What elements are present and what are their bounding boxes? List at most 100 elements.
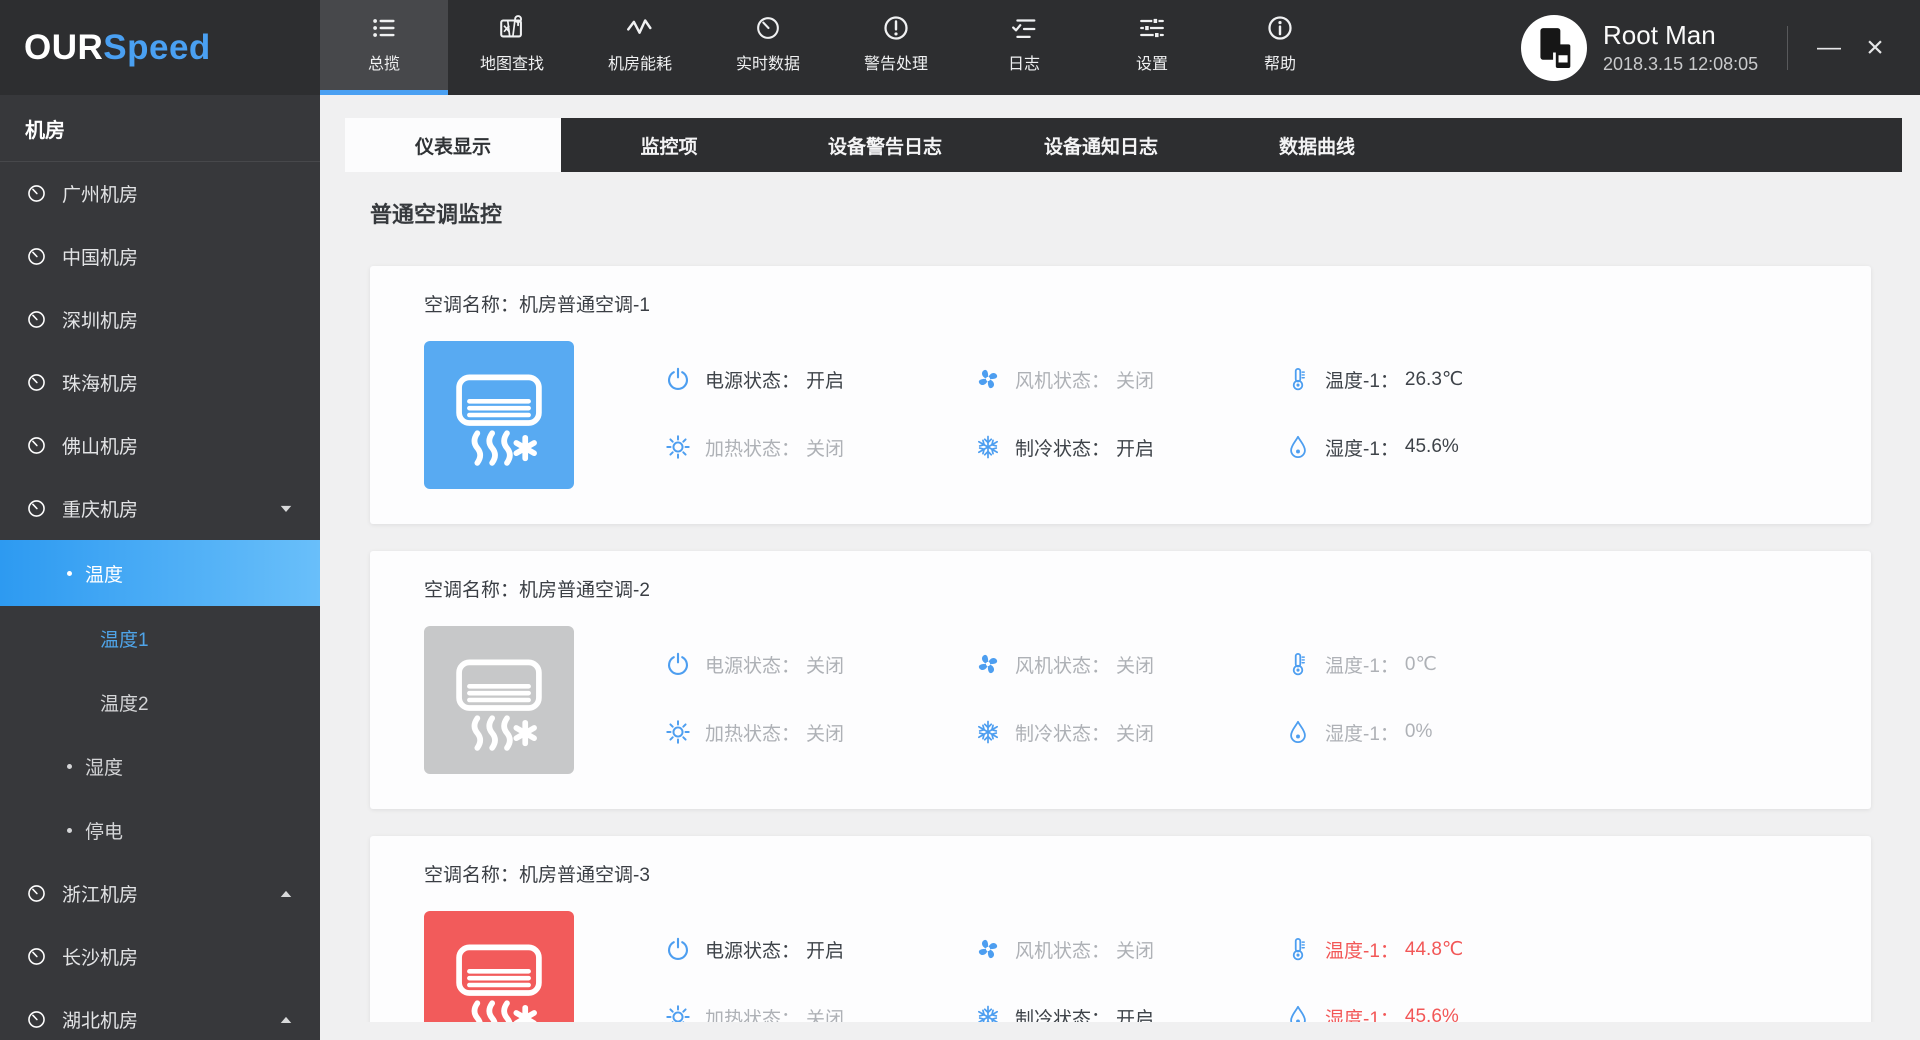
sidebar-item-label: 深圳机房 (62, 306, 138, 333)
sidebar-item-temperature1[interactable]: 温度1 (0, 606, 320, 670)
nav-label: 设置 (1136, 50, 1168, 74)
page-title: 普通空调监控 (370, 200, 1920, 230)
stat-value: 开启 (806, 936, 844, 963)
bullet-dot (67, 828, 72, 833)
power-icon (665, 366, 691, 392)
stat-fan: 风机状态： 关闭 (975, 630, 1285, 698)
bottom-edge (320, 1022, 1920, 1040)
tab-data-curve[interactable]: 数据曲线 (1209, 118, 1425, 172)
stat-value: 关闭 (1116, 719, 1154, 746)
stat-label: 加热状态： (705, 719, 800, 746)
chevron-up-icon (279, 1014, 293, 1025)
sidebar-item-china[interactable]: 中国机房 (0, 225, 320, 288)
sidebar-item-temperature[interactable]: 温度 (0, 540, 320, 606)
nav-item-settings[interactable]: 设置 (1088, 0, 1216, 95)
pulse-icon (625, 13, 655, 43)
stat-label: 风机状态： (1015, 936, 1110, 963)
stat-value: 0℃ (1405, 653, 1437, 676)
gauge-icon (25, 497, 48, 520)
sidebar-item-guangzhou[interactable]: 广州机房 (0, 162, 320, 225)
logo-accent: Speed (103, 28, 211, 68)
stat-heating: 加热状态： 关闭 (665, 698, 975, 766)
ac-name-label: 空调名称： (424, 865, 519, 886)
ac-name: 空调名称：机房普通空调-1 (424, 290, 650, 317)
ac-name-value: 机房普通空调-3 (519, 865, 650, 886)
nav-item-realtime-data[interactable]: 实时数据 (704, 0, 832, 95)
gauge-icon (753, 13, 783, 43)
sidebar-item-shenzhen[interactable]: 深圳机房 (0, 288, 320, 351)
stat-temperature: 温度-1： 0℃ (1285, 630, 1841, 698)
sidebar-item-zhejiang[interactable]: 浙江机房 (0, 862, 320, 925)
map-pin-icon (497, 13, 527, 43)
bullet-dot (67, 571, 72, 576)
ac-name-label: 空调名称： (424, 580, 519, 601)
app-window: OURSpeed 总揽 地图查找 机房能耗 实时数据 警告处理 (0, 0, 1920, 1040)
tab-device-alert-log[interactable]: 设备警告日志 (777, 118, 993, 172)
nav-item-alert-handling[interactable]: 警告处理 (832, 0, 960, 95)
top-bar: OURSpeed 总揽 地图查找 机房能耗 实时数据 警告处理 (0, 0, 1920, 95)
nav-label: 警告处理 (864, 50, 928, 74)
sidebar-item-label: 温度1 (100, 625, 149, 652)
stat-value: 关闭 (806, 434, 844, 461)
stat-value: 44.8℃ (1405, 938, 1463, 961)
nav-item-logs[interactable]: 日志 (960, 0, 1088, 95)
sidebar-item-changsha[interactable]: 长沙机房 (0, 925, 320, 988)
sidebar-item-label: 温度2 (100, 689, 149, 716)
avatar[interactable] (1521, 15, 1587, 81)
nav-label: 帮助 (1264, 50, 1296, 74)
humidity-icon (1285, 719, 1311, 745)
sidebar-item-temperature2[interactable]: 温度2 (0, 670, 320, 734)
sidebar-item-label: 长沙机房 (62, 943, 138, 970)
minimize-button[interactable]: — (1806, 18, 1852, 78)
tab-gauge-display[interactable]: 仪表显示 (345, 118, 561, 172)
nav-label: 地图查找 (480, 50, 544, 74)
ac-unit-icon (442, 643, 556, 757)
stat-cooling: 制冷状态： 开启 (975, 413, 1285, 481)
nav-item-map-search[interactable]: 地图查找 (448, 0, 576, 95)
stat-value: 45.6% (1405, 436, 1459, 458)
nav-item-overview[interactable]: 总揽 (320, 0, 448, 95)
ac-name: 空调名称：机房普通空调-2 (424, 575, 650, 602)
sidebar-item-foshan[interactable]: 佛山机房 (0, 414, 320, 477)
sidebar: 机房 广州机房 中国机房 深圳机房 珠海机房 佛山机房 重庆机房 温度 (0, 95, 320, 1040)
ac-name-value: 机房普通空调-1 (519, 295, 650, 316)
top-navigation: 总揽 地图查找 机房能耗 实时数据 警告处理 日志 (320, 0, 1344, 95)
sidebar-item-label: 珠海机房 (62, 369, 138, 396)
stat-value: 开启 (806, 366, 844, 393)
stat-label: 制冷状态： (1015, 719, 1110, 746)
nav-item-room-energy[interactable]: 机房能耗 (576, 0, 704, 95)
stat-power: 电源状态： 开启 (665, 915, 975, 983)
sidebar-item-hubei[interactable]: 湖北机房 (0, 988, 320, 1040)
nav-item-help[interactable]: 帮助 (1216, 0, 1344, 95)
stat-fan: 风机状态： 关闭 (975, 345, 1285, 413)
gauge-icon (25, 945, 48, 968)
sidebar-item-label: 佛山机房 (62, 432, 138, 459)
sidebar-item-label: 中国机房 (62, 243, 138, 270)
close-button[interactable]: × (1852, 18, 1898, 78)
nav-label: 总揽 (368, 50, 400, 74)
stat-label: 风机状态： (1015, 366, 1110, 393)
sidebar-item-chongqing[interactable]: 重庆机房 (0, 477, 320, 540)
app-logo: OURSpeed (24, 0, 211, 95)
chevron-down-icon (279, 503, 293, 514)
sidebar-item-label: 温度 (85, 560, 123, 587)
sidebar-item-zhuhai[interactable]: 珠海机房 (0, 351, 320, 414)
stat-humidity: 湿度-1： 45.6% (1285, 413, 1841, 481)
divider (1787, 26, 1788, 70)
sidebar-item-power-outage[interactable]: 停电 (0, 798, 320, 862)
ac-tile (424, 911, 574, 1040)
sidebar-item-humidity[interactable]: 湿度 (0, 734, 320, 798)
stat-label: 湿度-1： (1325, 719, 1399, 746)
ac-unit-icon (442, 358, 556, 472)
bullet-dot (67, 764, 72, 769)
main-content: 仪表显示 监控项 设备警告日志 设备通知日志 数据曲线 普通空调监控 空调名称：… (320, 95, 1920, 1040)
stat-label: 温度-1： (1325, 366, 1399, 393)
ac-name-label: 空调名称： (424, 295, 519, 316)
tab-monitor-items[interactable]: 监控项 (561, 118, 777, 172)
tab-device-notice-log[interactable]: 设备通知日志 (993, 118, 1209, 172)
alert-circle-icon (881, 13, 911, 43)
stat-temperature: 温度-1： 44.8℃ (1285, 915, 1841, 983)
stat-label: 温度-1： (1325, 936, 1399, 963)
snowflake-icon (975, 434, 1001, 460)
stat-value: 关闭 (806, 719, 844, 746)
